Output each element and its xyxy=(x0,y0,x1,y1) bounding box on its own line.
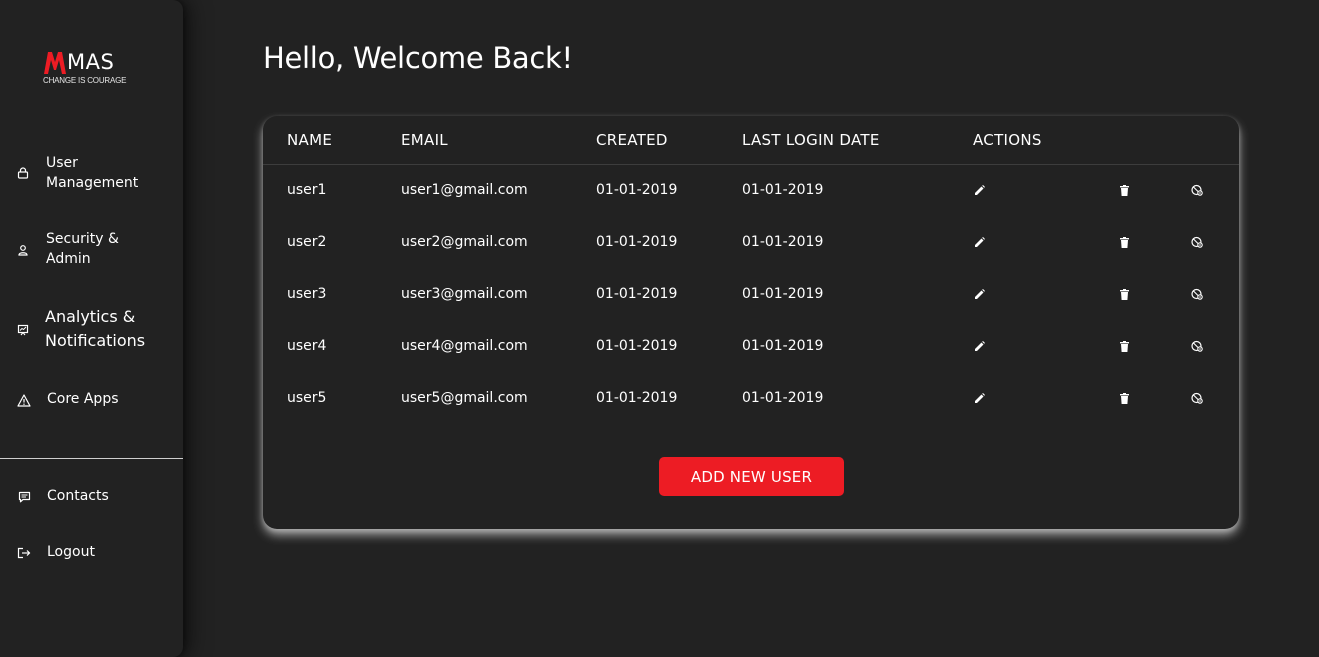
message-icon xyxy=(17,490,31,504)
cell-email: user3@gmail.com xyxy=(401,286,528,302)
cell-name: user4 xyxy=(287,338,327,354)
sidebar-item-label: Security & Admin xyxy=(46,231,119,267)
sidebar-item-label: Contacts xyxy=(47,488,109,504)
table-row: user5 user5@gmail.com 01-01-2019 01-01-2… xyxy=(263,373,1239,425)
delete-icon[interactable] xyxy=(1116,234,1132,250)
table-row: user3 user3@gmail.com 01-01-2019 01-01-2… xyxy=(263,269,1239,321)
page-title: Hello, Welcome Back! xyxy=(263,41,573,75)
delete-icon[interactable] xyxy=(1116,338,1132,354)
edit-icon[interactable] xyxy=(971,286,987,302)
column-header-actions: ACTIONS xyxy=(973,131,1042,149)
cell-created: 01-01-2019 xyxy=(596,286,678,302)
column-header-created: CREATED xyxy=(596,131,668,149)
column-header-name: NAME xyxy=(287,131,333,149)
sidebar-item-analytics-notifications[interactable]: Analytics & Notifications xyxy=(0,305,183,355)
cell-created: 01-01-2019 xyxy=(596,338,678,354)
warning-triangle-icon xyxy=(17,393,31,407)
edit-icon[interactable] xyxy=(971,338,987,354)
cell-created: 01-01-2019 xyxy=(596,390,678,406)
cell-last-login: 01-01-2019 xyxy=(742,182,824,198)
cell-email: user1@gmail.com xyxy=(401,182,528,198)
sidebar-item-label: User Management xyxy=(46,155,139,191)
sidebar-divider xyxy=(0,458,183,459)
reset-password-icon[interactable] xyxy=(1189,182,1205,198)
cell-last-login: 01-01-2019 xyxy=(742,338,824,354)
logout-icon xyxy=(17,546,31,560)
brand-name: MAS xyxy=(67,50,115,74)
cell-email: user2@gmail.com xyxy=(401,234,528,250)
column-header-email: EMAIL xyxy=(401,131,448,149)
cell-created: 01-01-2019 xyxy=(596,234,678,250)
sidebar-item-logout[interactable]: Logout xyxy=(0,542,183,564)
sidebar-item-label: Core Apps xyxy=(47,391,119,407)
cell-name: user3 xyxy=(287,286,327,302)
delete-icon[interactable] xyxy=(1116,286,1132,302)
reset-password-icon[interactable] xyxy=(1189,286,1205,302)
cell-name: user2 xyxy=(287,234,327,250)
reset-password-icon[interactable] xyxy=(1189,390,1205,406)
sidebar-item-user-management[interactable]: User Management xyxy=(0,152,183,194)
sidebar-item-contacts[interactable]: Contacts xyxy=(0,486,183,508)
sidebar-item-security-admin[interactable]: Security & Admin xyxy=(0,229,183,271)
lock-icon xyxy=(16,166,30,180)
cell-last-login: 01-01-2019 xyxy=(742,390,824,406)
cell-last-login: 01-01-2019 xyxy=(742,234,824,250)
sidebar-item-core-apps[interactable]: Core Apps xyxy=(0,389,183,411)
table-row: user4 user4@gmail.com 01-01-2019 01-01-2… xyxy=(263,321,1239,373)
table-row: user1 user1@gmail.com 01-01-2019 01-01-2… xyxy=(263,165,1239,217)
users-table-card: NAME EMAIL CREATED LAST LOGIN DATE ACTIO… xyxy=(263,116,1239,529)
cell-name: user1 xyxy=(287,182,327,198)
reset-password-icon[interactable] xyxy=(1189,338,1205,354)
sidebar: MAS CHANGE IS COURAGE User Management Se… xyxy=(0,0,183,657)
brand-tagline: CHANGE IS COURAGE xyxy=(43,76,127,85)
cell-last-login: 01-01-2019 xyxy=(742,286,824,302)
edit-icon[interactable] xyxy=(971,234,987,250)
mas-logo[interactable]: MAS CHANGE IS COURAGE xyxy=(42,50,152,90)
edit-icon[interactable] xyxy=(971,182,987,198)
presentation-chart-icon xyxy=(16,323,30,337)
cell-created: 01-01-2019 xyxy=(596,182,678,198)
delete-icon[interactable] xyxy=(1116,182,1132,198)
add-new-user-button[interactable]: ADD NEW USER xyxy=(659,457,844,496)
reset-password-icon[interactable] xyxy=(1189,234,1205,250)
column-header-last-login: LAST LOGIN DATE xyxy=(742,131,880,149)
table-row: user2 user2@gmail.com 01-01-2019 01-01-2… xyxy=(263,217,1239,269)
cell-email: user5@gmail.com xyxy=(401,390,528,406)
edit-icon[interactable] xyxy=(971,390,987,406)
mas-logo-mark-icon xyxy=(44,52,66,74)
user-icon xyxy=(16,243,30,257)
delete-icon[interactable] xyxy=(1116,390,1132,406)
cell-email: user4@gmail.com xyxy=(401,338,528,354)
cell-name: user5 xyxy=(287,390,327,406)
sidebar-item-label: Analytics & Notifications xyxy=(45,307,146,350)
table-header: NAME EMAIL CREATED LAST LOGIN DATE ACTIO… xyxy=(263,116,1239,165)
sidebar-item-label: Logout xyxy=(47,544,95,560)
